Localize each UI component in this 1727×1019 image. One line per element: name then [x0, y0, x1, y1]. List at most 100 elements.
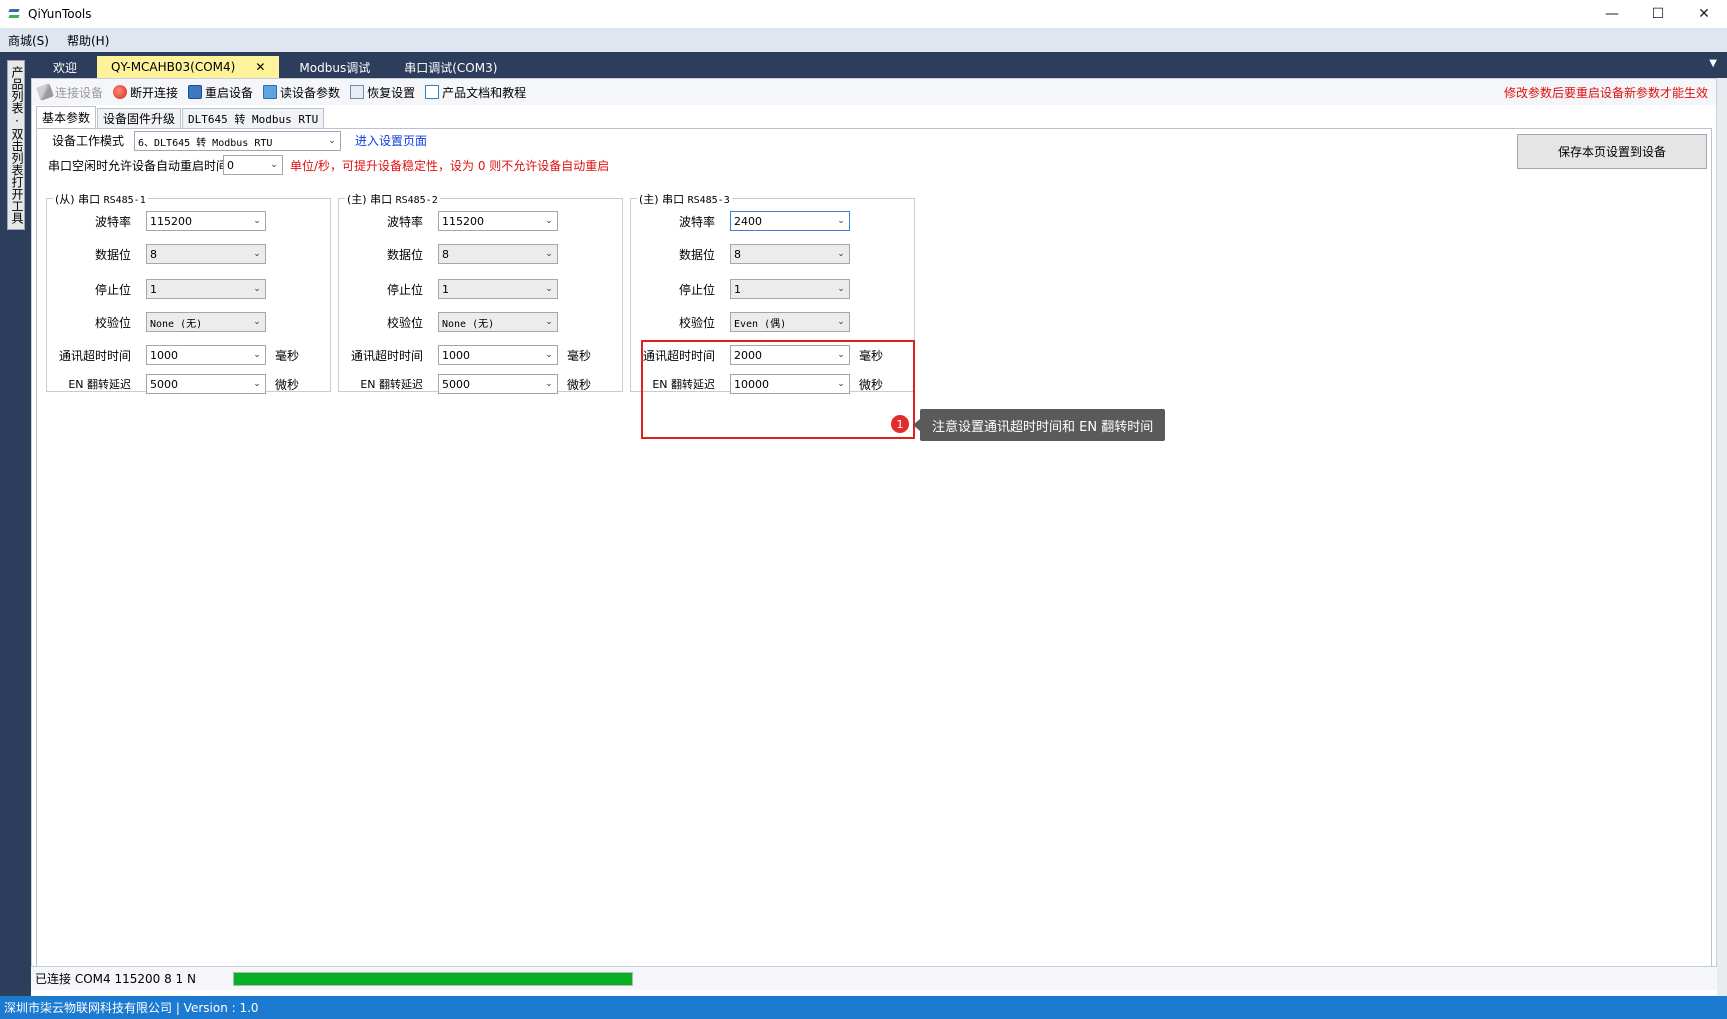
restart-warning: 修改参数后要重启设备新参数才能生效	[1503, 86, 1708, 100]
read-params-label: 读设备参数	[280, 85, 341, 100]
window-controls: — ☐ ✕	[1589, 0, 1727, 28]
stop-bits-label: 停止位	[94, 283, 131, 297]
restore-settings-button[interactable]: 恢复设置	[350, 84, 415, 101]
right-scrollbar[interactable]	[1717, 78, 1727, 996]
us-unit: 微秒	[275, 378, 300, 392]
tab-firmware-upgrade[interactable]: 设备固件升级	[97, 108, 182, 128]
baud-select[interactable]: 115200 ⌄	[438, 211, 558, 231]
footer-text: 深圳市柒云物联网科技有限公司 | Version : 1.0	[4, 1001, 259, 1015]
footer-bar: 深圳市柒云物联网科技有限公司 | Version : 1.0	[0, 996, 1727, 1019]
tab-welcome[interactable]: 欢迎	[39, 56, 91, 78]
annotation-tooltip: 注意设置通讯超时时间和 EN 翻转时间	[912, 409, 1166, 441]
serial-group-rs485-1: (从) 串口 RS485-1 波特率 115200 ⌄ 数据位 8 ⌄ 停止位 1 ⌄…	[46, 191, 331, 394]
data-bits-select[interactable]: 8 ⌄	[730, 244, 850, 264]
enter-settings-link[interactable]: 进入设置页面	[355, 132, 427, 149]
read-params-button[interactable]: 读设备参数	[263, 84, 340, 101]
chevron-down-icon: ⌄	[253, 350, 261, 360]
idle-restart-label: 串口空闲时允许设备自动重启时间	[48, 159, 229, 173]
chevron-down-icon: ⌄	[328, 136, 336, 146]
chevron-down-icon: ⌄	[253, 379, 261, 389]
parity-select[interactable]: Even (偶) ⌄	[730, 312, 850, 332]
stop-bits-select[interactable]: 1 ⌄	[438, 279, 558, 299]
tab-basic-params[interactable]: 基本参数	[36, 106, 97, 128]
docs-button[interactable]: 产品文档和教程	[425, 84, 526, 101]
stop-bits-select[interactable]: 1 ⌄	[730, 279, 850, 299]
connect-device-button[interactable]: 连接设备	[36, 83, 104, 101]
window-title: QiYunTools	[28, 7, 92, 21]
chevron-down-icon: ⌄	[837, 284, 845, 294]
connection-status: 已连接 COM4 115200 8 1 N	[35, 972, 196, 986]
baud-select[interactable]: 2400 ⌄	[730, 211, 850, 231]
parity-value: Even (偶)	[734, 318, 787, 330]
menu-store[interactable]: 商城(S)	[8, 32, 49, 49]
data-bits-value: 8	[150, 247, 157, 261]
restore-icon	[350, 85, 365, 99]
menu-help[interactable]: 帮助(H)	[67, 32, 109, 49]
chevron-down-icon: ⌄	[545, 216, 553, 226]
connect-label: 连接设备	[55, 85, 104, 100]
ms-unit: 毫秒	[275, 349, 300, 363]
progress-bar	[233, 971, 633, 986]
tab-modbus-debug[interactable]: Modbus调试	[285, 56, 384, 78]
baud-label: 波特率	[94, 215, 131, 229]
tab-label: Modbus调试	[299, 60, 371, 75]
group-role: (主) 串口	[639, 193, 688, 206]
close-button[interactable]: ✕	[1681, 0, 1727, 28]
en-delay-value: 5000	[150, 377, 178, 391]
mode-select[interactable]: 6、DLT645 转 Modbus RTU ⌄	[134, 131, 341, 151]
parity-select[interactable]: None (无) ⌄	[146, 312, 266, 332]
tabs-dropdown-icon[interactable]: ▼	[1709, 58, 1717, 69]
en-delay-select[interactable]: 5000 ⌄	[146, 374, 266, 394]
tab-dlt645-modbus[interactable]: DLT645 转 Modbus RTU	[182, 108, 325, 128]
idle-restart-value: 0	[227, 158, 234, 172]
chevron-down-icon: ⌄	[837, 317, 845, 327]
parity-value: None (无)	[442, 318, 495, 330]
ms-unit: 毫秒	[567, 349, 592, 363]
docs-label: 产品文档和教程	[442, 85, 527, 100]
minimize-button[interactable]: —	[1589, 0, 1635, 28]
group-port: RS485-2	[395, 195, 438, 206]
product-list-tab[interactable]: 产品列表·双击列表打开工具	[7, 60, 25, 230]
data-bits-label: 数据位	[94, 248, 131, 262]
document-tabs: 欢迎 QY-MCAHB03(COM4) ✕ Modbus调试 串口调试(COM3…	[31, 52, 1727, 78]
idle-restart-select[interactable]: 0 ⌄	[223, 155, 283, 175]
group-title: (从) 串口 RS485-1	[53, 191, 148, 207]
group-role: (从) 串口	[55, 193, 104, 206]
baud-select[interactable]: 115200 ⌄	[146, 211, 266, 231]
save-settings-button[interactable]: 保存本页设置到设备	[1517, 134, 1707, 169]
chevron-down-icon: ⌄	[545, 379, 553, 389]
progress-fill	[234, 972, 632, 985]
stop-bits-label: 停止位	[386, 283, 423, 297]
tab-label: 欢迎	[53, 60, 78, 75]
en-delay-value: 5000	[442, 377, 470, 391]
chevron-down-icon: ⌄	[545, 350, 553, 360]
data-bits-value: 8	[734, 247, 741, 261]
chevron-down-icon: ⌄	[545, 249, 553, 259]
chevron-down-icon: ⌄	[270, 160, 278, 170]
mode-label: 设备工作模式	[52, 134, 125, 148]
disconnect-button[interactable]: 断开连接	[113, 84, 178, 101]
document-icon	[425, 85, 440, 99]
idle-restart-hint: 单位/秒，可提升设备稳定性，设为 0 则不允许设备自动重启	[290, 159, 610, 173]
close-tab-icon[interactable]: ✕	[255, 60, 265, 74]
maximize-button[interactable]: ☐	[1635, 0, 1681, 28]
stop-bits-label: 停止位	[678, 283, 715, 297]
parity-label: 校验位	[678, 316, 715, 330]
parity-select[interactable]: None (无) ⌄	[438, 312, 558, 332]
data-bits-select[interactable]: 8 ⌄	[438, 244, 558, 264]
tab-device-com4[interactable]: QY-MCAHB03(COM4) ✕	[97, 56, 280, 78]
disconnect-label: 断开连接	[130, 85, 179, 100]
restart-icon	[188, 85, 203, 99]
group-role: (主) 串口	[347, 193, 396, 206]
timeout-select[interactable]: 1000 ⌄	[438, 345, 558, 365]
data-bits-select[interactable]: 8 ⌄	[146, 244, 266, 264]
stop-bits-select[interactable]: 1 ⌄	[146, 279, 266, 299]
chevron-down-icon: ⌄	[837, 249, 845, 259]
baud-value: 2400	[734, 214, 762, 228]
tab-serial-debug[interactable]: 串口调试(COM3)	[390, 56, 511, 78]
en-delay-select[interactable]: 5000 ⌄	[438, 374, 558, 394]
restart-device-button[interactable]: 重启设备	[188, 84, 253, 101]
annotation-number-badge: 1	[890, 414, 910, 434]
basic-params-page: 设备工作模式 6、DLT645 转 Modbus RTU ⌄ 进入设置页面 串口…	[36, 128, 1712, 968]
timeout-select[interactable]: 1000 ⌄	[146, 345, 266, 365]
